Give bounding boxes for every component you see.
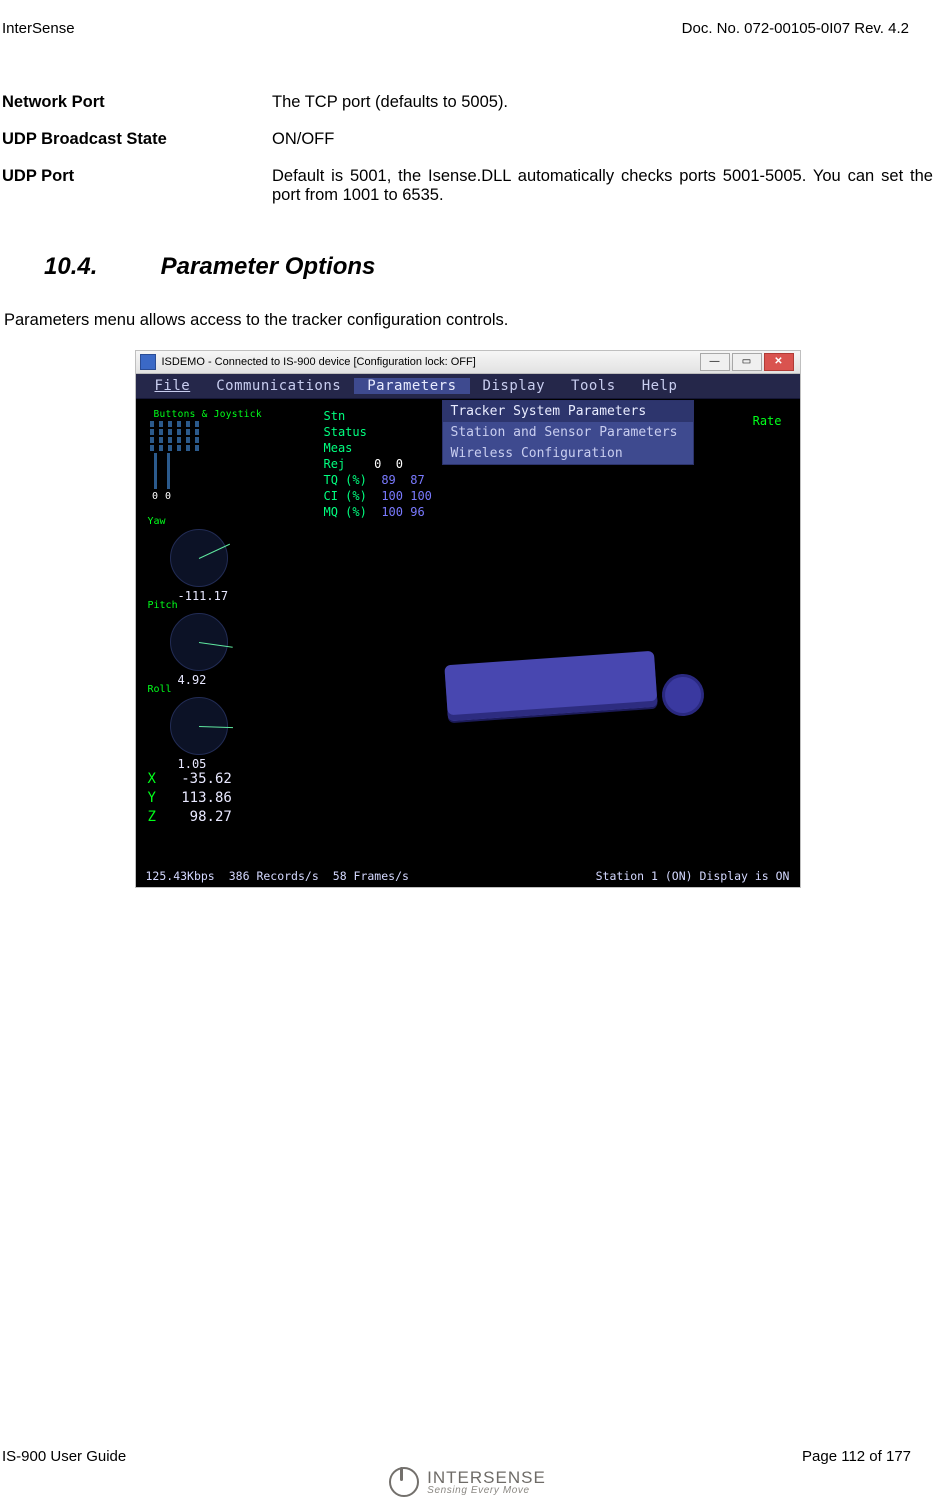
dd-wireless-configuration[interactable]: Wireless Configuration (443, 443, 694, 464)
dial-icon (170, 697, 228, 755)
footer-left: IS-900 User Guide (2, 1448, 126, 1465)
term-udp-port: UDP Port (2, 167, 272, 205)
section-intro: Parameters menu allows access to the tra… (4, 311, 931, 330)
status-records: 386 Records/s (229, 869, 319, 883)
header-right: Doc. No. 072-00105-0I07 Rev. 4.2 (682, 20, 909, 37)
minimize-button[interactable]: — (700, 353, 730, 371)
section-number: 10.4. (44, 253, 154, 281)
app-client-area: File Communications Parameters Display T… (136, 374, 800, 887)
tracker-icon (444, 651, 657, 722)
gauge-yaw: Yaw -111.17 (148, 516, 229, 603)
desc-network-port: The TCP port (defaults to 5005). (272, 93, 933, 112)
status-station: Station 1 (ON) Display is ON (596, 869, 790, 883)
close-button[interactable]: ✕ (764, 353, 794, 371)
logo-title: INTERSENSE (427, 1469, 546, 1486)
section-title: Parameter Options (161, 253, 376, 280)
status-fps: 58 Frames/s (333, 869, 409, 883)
xyz-readout: X -35.62 Y 113.86 Z 98.27 (148, 770, 232, 827)
page-header: InterSense Doc. No. 072-00105-0I07 Rev. … (0, 20, 935, 37)
term-network-port: Network Port (2, 93, 272, 112)
buttons-joystick-title: Buttons & Joystick (154, 409, 262, 420)
menu-communications[interactable]: Communications (203, 378, 354, 394)
rate-label: Rate (753, 414, 782, 428)
parameters-dropdown: Tracker System Parameters Station and Se… (442, 400, 695, 465)
menu-help[interactable]: Help (629, 378, 691, 394)
term-udp-broadcast: UDP Broadcast State (2, 130, 272, 149)
buttons-joystick-panel: 0 0 (150, 421, 199, 502)
dial-icon (170, 529, 228, 587)
desc-udp-broadcast: ON/OFF (272, 130, 933, 149)
maximize-button[interactable]: ▭ (732, 353, 762, 371)
menu-tools[interactable]: Tools (558, 378, 629, 394)
dd-tracker-system-parameters[interactable]: Tracker System Parameters (443, 401, 694, 422)
app-icon (140, 354, 156, 370)
dial-icon (170, 613, 228, 671)
logo-subtitle: Sensing Every Move (427, 1486, 546, 1496)
status-kbps: 125.43Kbps (146, 869, 215, 883)
joystick-axis-0: 0 (150, 453, 161, 502)
window-title: ISDEMO - Connected to IS-900 device [Con… (162, 356, 476, 368)
menu-file[interactable]: File (142, 378, 204, 394)
joystick-axis-1: 0 (163, 453, 174, 502)
device-3d-view[interactable] (436, 634, 706, 754)
desc-udp-port: Default is 5001, the Isense.DLL automati… (272, 167, 933, 205)
section-heading: 10.4. Parameter Options (44, 253, 933, 281)
footer-logo: INTERSENSE Sensing Every Move (0, 1467, 935, 1497)
header-left: InterSense (0, 20, 75, 37)
menu-parameters[interactable]: Parameters (354, 378, 469, 394)
intersense-logo-icon (389, 1467, 419, 1497)
gauge-roll: Roll 1.05 (148, 684, 228, 771)
dd-station-sensor-parameters[interactable]: Station and Sensor Parameters (443, 422, 694, 443)
menubar: File Communications Parameters Display T… (136, 374, 800, 399)
screenshot-window: ISDEMO - Connected to IS-900 device [Con… (135, 350, 801, 888)
gauge-pitch: Pitch 4.92 (148, 600, 228, 687)
page-footer: IS-900 User Guide Page 112 of 177 (0, 1448, 935, 1465)
data-table: Stn Status Meas Rej 0 0 TQ (%) 89 87 CI … (324, 408, 432, 520)
footer-right: Page 112 of 177 (802, 1448, 911, 1465)
menu-display[interactable]: Display (470, 378, 559, 394)
window-titlebar[interactable]: ISDEMO - Connected to IS-900 device [Con… (136, 351, 800, 374)
roll-value: 1.05 (178, 757, 228, 771)
statusbar: 125.43Kbps 386 Records/s 58 Frames/s Sta… (136, 865, 800, 887)
tracker-lens-icon (660, 673, 705, 718)
